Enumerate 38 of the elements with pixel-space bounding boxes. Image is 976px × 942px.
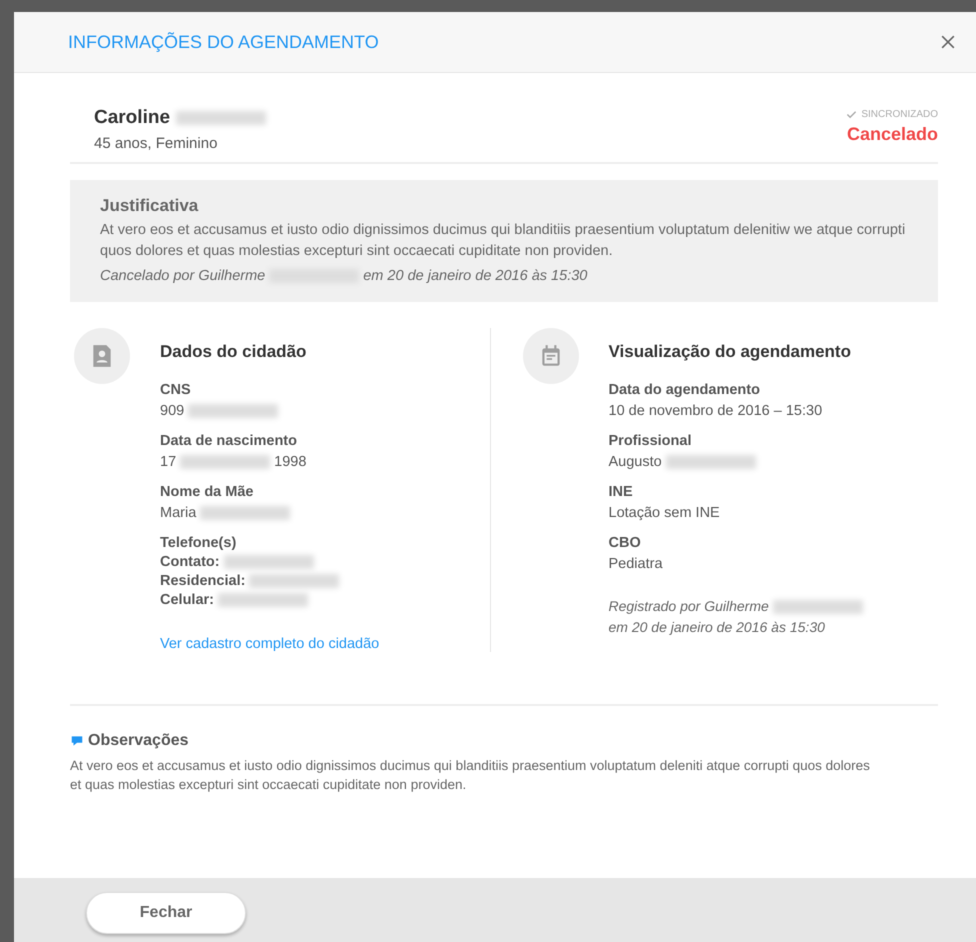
field-label: Nome da Mãe xyxy=(160,484,254,500)
check-icon xyxy=(846,109,858,120)
phone-label: Contato: xyxy=(160,554,220,570)
close-button[interactable]: Fechar xyxy=(86,892,246,934)
field-label: INE xyxy=(608,484,634,500)
justification-text: At vero eos et accusamus et iusto odio dignissimos ducimus qui blanditiis praesentium voluptatum delenitiw we atque corrupti quos dolores et quas molestias excepturi sint occaecati cupiditate non providen. xyxy=(100,221,906,261)
sync-status: SINCRONIZADO xyxy=(861,109,938,120)
field-value: Lotação sem INE xyxy=(608,505,720,521)
section-title: Justificativa xyxy=(100,196,200,216)
field-label: CBO xyxy=(608,535,642,551)
field-label: Data do agendamento xyxy=(608,382,761,398)
field-value: Pediatra xyxy=(608,556,663,572)
phone-label: Celular: xyxy=(160,592,214,608)
observations-text: At vero eos et accusamus et iusto odio dignissimos ducimus qui blanditiis praesentium voluptatum deleniti atque corrupti quos dolores et quas molestias excepturi sint occaecati cupiditate non providen. xyxy=(70,757,870,794)
patient-details: 45 anos, Feminino xyxy=(94,135,218,152)
registration-note: Registrado por Guilherme xyxy=(608,597,769,616)
appointment-status: Cancelado xyxy=(846,124,938,145)
field-value: Augusto xyxy=(608,454,662,470)
cancellation-note: Cancelado por Guilherme xyxy=(100,268,266,284)
cancellation-note: em 20 de janeiro de 2016 às 15:30 xyxy=(363,268,588,284)
section-title: Observações xyxy=(88,732,189,750)
patient-name: Caroline xyxy=(94,107,170,129)
field-label: Telefone(s) xyxy=(160,535,238,551)
field-value: 10 de novembro de 2016 – 15:30 xyxy=(608,403,822,419)
field-label: Profissional xyxy=(608,433,692,449)
field-value: 17 xyxy=(160,454,176,470)
citizen-record-link[interactable]: Ver cadastro completo do cidadão xyxy=(160,636,380,652)
section-title: Visualização do agendamento xyxy=(608,342,852,362)
field-value: Maria xyxy=(160,505,196,521)
registration-note: em 20 de janeiro de 2016 às 15:30 xyxy=(608,618,825,637)
field-value: 909 xyxy=(160,403,184,419)
field-label: CNS xyxy=(160,382,192,398)
phone-label: Residencial: xyxy=(160,573,246,589)
field-label: Data de nascimento xyxy=(160,433,298,449)
field-value: 1998 xyxy=(274,454,306,470)
speech-bubble-icon xyxy=(70,734,84,748)
section-title: Dados do cidadão xyxy=(160,342,308,362)
window-title: INFORMAÇÕES DO AGENDAMENTO xyxy=(68,32,379,52)
